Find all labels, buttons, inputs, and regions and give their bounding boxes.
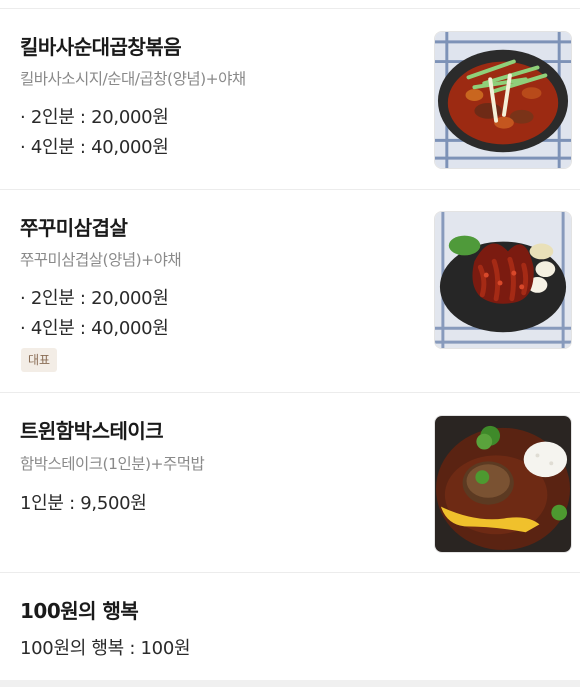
menu-item-twin-hamburg-steak[interactable]: 트윈함박스테이크 함박스테이크(1인분)+주먹밥 1인분 : 9,500원 <box>0 393 580 573</box>
section-separator <box>0 680 580 687</box>
menu-item-description: 쭈꾸미삼겹살(양념)+야채 <box>20 251 182 269</box>
hamburg-steak-photo[interactable] <box>434 415 572 553</box>
menu-item-price: 100원의 행복 : 100원 <box>20 638 191 659</box>
menu-item-price: · 4인분 : 40,000원 <box>20 318 169 339</box>
menu-item-description: 킬바사소시지/순대/곱창(양념)+야채 <box>20 70 246 88</box>
menu-item-100won-happiness[interactable]: 100원의 행복 100원의 행복 : 100원 <box>0 573 580 680</box>
webfoot-octopus-dish-photo[interactable] <box>434 211 572 349</box>
menu-item-price: · 2인분 : 20,000원 <box>20 288 169 309</box>
menu-item-price: · 4인분 : 40,000원 <box>20 137 169 158</box>
stir-fry-dish-photo[interactable] <box>434 31 572 169</box>
menu-item-kielbasa-sundae-gopchang[interactable]: 킬바사순대곱창볶음 킬바사소시지/순대/곱창(양념)+야채 · 2인분 : 20… <box>0 9 580 190</box>
menu-item-price: · 2인분 : 20,000원 <box>20 107 169 128</box>
signature-badge: 대표 <box>21 348 58 372</box>
menu-item-title: 100원의 행복 <box>20 599 139 623</box>
menu-item-title: 킬바사순대곱창볶음 <box>20 35 182 59</box>
menu-item-price: 1인분 : 9,500원 <box>20 493 147 514</box>
menu-item-description: 함박스테이크(1인분)+주먹밥 <box>20 455 205 473</box>
menu-item-title: 쭈꾸미삼겹살 <box>20 216 128 240</box>
menu-item-jjukkumi-samgyeopsal[interactable]: 쭈꾸미삼겹살 쭈꾸미삼겹살(양념)+야채 · 2인분 : 20,000원 · 4… <box>0 190 580 393</box>
menu-item-title: 트윈함박스테이크 <box>20 419 164 443</box>
